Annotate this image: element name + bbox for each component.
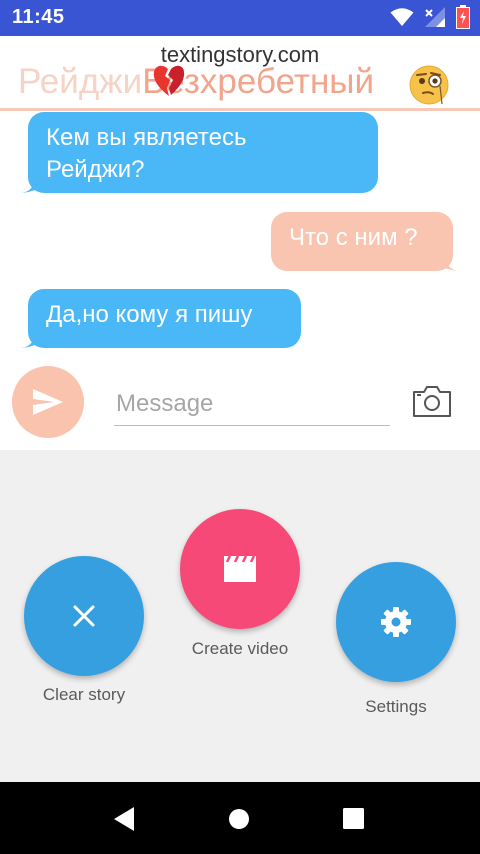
message-text: Что с ним ? [289,224,418,251]
message-list[interactable]: Кем вы являетесь Рейджи? Что с ним ? Да,… [0,112,480,360]
monocle-face-icon [409,65,449,105]
composer [0,362,480,448]
wifi-icon [390,8,414,26]
message-bubble[interactable]: Что с ним ? [271,212,453,271]
status-icons [390,5,470,29]
message-text: Да,но кому я пишу [46,301,253,328]
gear-icon [381,607,411,637]
message-text-line: Кем вы являетесь [46,124,247,151]
signal-icon [425,7,445,27]
message-bubble[interactable]: Да,но кому я пишу [28,289,301,348]
create-video-button[interactable] [180,509,300,629]
contact-name[interactable]: РейджиБезхребетный [18,62,374,102]
clear-story-label: Clear story [42,685,126,704]
send-button[interactable] [12,366,84,438]
message-bubble[interactable]: Кем вы являетесь Рейджи? [28,112,378,193]
broken-heart-icon [153,65,185,96]
contact-name-part1: Рейджи [18,62,143,101]
screen: 11:45 textingstory.com РейджиБезхребетны… [0,0,480,854]
back-icon[interactable] [112,806,136,832]
close-icon [73,605,95,627]
battery-icon [456,5,470,29]
header-divider [0,108,480,111]
message-input[interactable] [114,382,390,426]
create-video-label: Create video [191,639,289,658]
camera-icon[interactable] [412,384,452,418]
settings-button[interactable] [336,562,456,682]
navigation-bar [0,782,480,854]
home-icon[interactable] [228,808,250,830]
send-icon [33,389,63,415]
message-text-line: Рейджи? [46,156,145,183]
recents-icon[interactable] [343,808,364,829]
status-time: 11:45 [12,6,65,28]
action-panel: Clear story Create video Settings [0,450,480,782]
clear-story-button[interactable] [24,556,144,676]
movie-clapper-icon [224,556,256,582]
chat-header: textingstory.com РейджиБезхребетный [0,36,480,112]
status-bar: 11:45 [0,0,480,36]
settings-label: Settings [365,697,427,716]
